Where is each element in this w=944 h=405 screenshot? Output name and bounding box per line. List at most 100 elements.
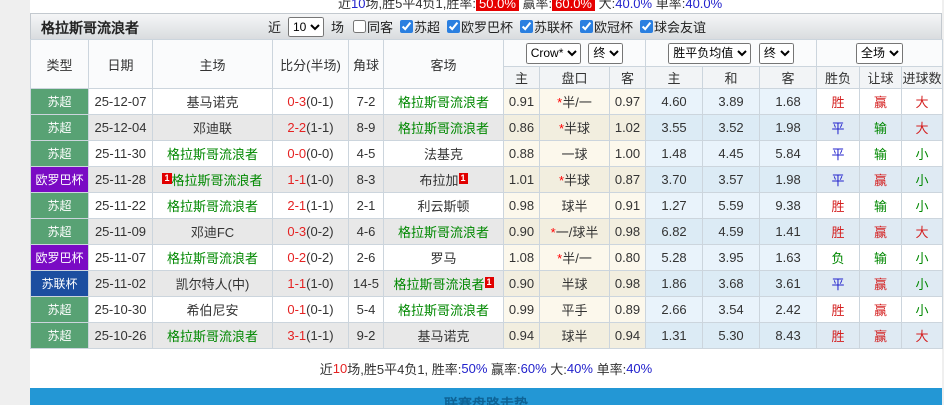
- europe-draw-odds: 4.45: [702, 140, 761, 167]
- europe-away-odds: 8.43: [759, 322, 818, 349]
- result-goals-overunder: 大: [901, 218, 944, 245]
- home-team-name: 邓迪FC: [190, 225, 235, 240]
- result-win-draw-loss: 胜: [816, 296, 861, 323]
- result-goals-overunder: 小: [901, 244, 944, 271]
- handicap-away-odds: 0.87: [608, 166, 647, 193]
- handicap-home-odds: 0.90: [503, 270, 540, 297]
- result-win-draw-loss: 平: [816, 166, 861, 193]
- europe-home-odds: 1.27: [645, 192, 704, 219]
- home-team-name: 格拉斯哥流浪者: [171, 173, 263, 188]
- away-team-name: 法基克: [423, 147, 463, 162]
- home-team-cell: 希伯尼安: [152, 296, 273, 323]
- away-team-cell: 格拉斯哥流浪者 1: [383, 270, 504, 297]
- red-card-badge: 1: [162, 173, 172, 184]
- home-team-name: 格拉斯哥流浪者: [166, 251, 258, 266]
- subheader-ah-line: 盘口: [539, 66, 610, 89]
- league-checkbox-europa[interactable]: [447, 20, 460, 33]
- match-date: 25-10-26: [88, 322, 153, 349]
- europe-draw-odds: 3.52: [702, 114, 761, 141]
- odds-source-select[interactable]: Crow*: [525, 42, 581, 64]
- away-team-cell: 格拉斯哥流浪者: [383, 114, 504, 141]
- handicap-away-odds: 1.02: [608, 114, 647, 141]
- result-win-draw-loss: 平: [816, 270, 861, 297]
- league-type-badge: 欧罗巴杯: [30, 244, 89, 271]
- result-handicap: 赢: [859, 218, 903, 245]
- fulltime-score: 0-3: [287, 94, 307, 109]
- corner-cell: 2-6: [348, 244, 384, 271]
- matches-table: 类型 日期 主场 比分(半场) 角球 客场 Crow* 终 胜平负均值 终 全场: [30, 39, 944, 349]
- league-label-ucl: 欧冠杯: [594, 20, 634, 35]
- top-prefix: 近: [338, 0, 352, 11]
- result-handicap: 输: [859, 244, 903, 271]
- subheader-ah-home: 主: [503, 66, 540, 89]
- average-select[interactable]: 胜平负均值: [668, 42, 752, 64]
- away-team-name: 利云斯顿: [417, 199, 470, 214]
- away-team-name: 格拉斯哥流浪者: [397, 303, 489, 318]
- fulltime-score: 1-1: [287, 172, 307, 187]
- away-team-cell: 利云斯顿: [383, 192, 504, 219]
- europe-away-odds: 5.84: [759, 140, 818, 167]
- league-label-suchao: 苏超: [413, 20, 440, 35]
- league-checkbox-ucl[interactable]: [580, 20, 594, 33]
- home-team-name: 凯尔特人(中): [175, 277, 250, 292]
- handicap-line: *半/一: [539, 88, 610, 115]
- handicap-line: *半/一: [539, 244, 610, 271]
- subheader-eu-draw: 和: [702, 66, 761, 89]
- away-team-cell: 罗马: [383, 244, 504, 271]
- result-handicap: 输: [859, 140, 903, 167]
- top-big-label: 大:: [595, 0, 616, 11]
- clipped-top-summary: 近10场,胜5平4负1,胜率: 50.0% 赢率: 60.0% 大:40.0% 单率…: [30, 0, 942, 13]
- europe-away-odds: 1.98: [759, 166, 818, 193]
- summary-win-rate: 50%: [461, 361, 488, 376]
- handicap-away-odds: 0.98: [608, 270, 647, 297]
- league-checkbox-leaguecup[interactable]: [520, 20, 534, 33]
- result-goals-overunder: 大: [901, 114, 944, 141]
- match-date: 25-12-07: [88, 88, 153, 115]
- top-odds-label: 赢率:: [518, 0, 553, 11]
- result-goals-overunder: 小: [901, 296, 944, 323]
- result-goals-overunder: 大: [901, 88, 944, 115]
- match-date: 25-10-30: [88, 296, 153, 323]
- score-cell: 0-2(0-2): [272, 244, 349, 271]
- league-trend-section-bar[interactable]: 联赛盘路走势: [30, 388, 942, 405]
- odds-time-select[interactable]: 终: [588, 42, 624, 64]
- fulltime-score: 2-2: [287, 120, 307, 135]
- away-team-cell: 格拉斯哥流浪者: [383, 88, 504, 115]
- home-team-name: 格拉斯哥流浪者: [166, 199, 258, 214]
- league-label-leaguecup: 苏联杯: [534, 20, 574, 35]
- live-odds-star: *: [557, 95, 563, 110]
- fulltime-score: 0-3: [287, 224, 307, 239]
- league-type-badge: 苏超: [30, 192, 89, 219]
- live-odds-star: *: [558, 173, 565, 188]
- europe-away-odds: 3.61: [759, 270, 818, 297]
- away-team-name: 布拉加: [419, 173, 459, 188]
- summary-big-label: 大:: [546, 362, 567, 377]
- league-checkbox-suchao[interactable]: [399, 20, 413, 33]
- panel-title-bar: 格拉斯哥流浪者 近 10 场 同客 苏超 欧罗巴杯 苏联杯 欧冠杯 球会友谊: [30, 13, 942, 39]
- handicap-away-odds: 0.98: [608, 218, 647, 245]
- result-goals-overunder: 小: [901, 166, 944, 193]
- europe-home-odds: 1.86: [645, 270, 704, 297]
- handicap-select-group: Crow* 终: [502, 39, 647, 67]
- red-card-badge: 1: [484, 277, 494, 288]
- result-win-draw-loss: 胜: [816, 322, 861, 349]
- summary-line: 近 10 场,胜5平4负1, 胜率: 50% 赢率: 60% 大: 40% 单率: 40%: [30, 349, 942, 388]
- near-count-select[interactable]: 10: [287, 16, 324, 37]
- league-checkbox-friendly[interactable]: [640, 20, 654, 33]
- corner-cell: 5-4: [348, 296, 384, 323]
- scope-select[interactable]: 全场: [856, 42, 904, 64]
- table-row: 苏超 25-11-30 格拉斯哥流浪者 0-0(0-0) 4-5 法基克 0.88 一球 1.0…: [30, 140, 944, 167]
- same-venue-checkbox[interactable]: [352, 20, 366, 33]
- table-row: 苏超 25-10-30 希伯尼安 0-1(0-1) 5-4 格拉斯哥流浪者 0.99 平手 0.…: [30, 296, 944, 323]
- table-row: 苏超 25-12-04 邓迪联 2-2(1-1) 8-9 格拉斯哥流浪者 0.86 *半球 1.…: [30, 114, 944, 141]
- home-team-name: 格拉斯哥流浪者: [166, 147, 258, 162]
- result-handicap: 赢: [859, 296, 903, 323]
- top-big-rate: 40.0%: [615, 0, 653, 11]
- score-cell: 2-1(1-1): [272, 192, 349, 219]
- home-team-name: 格拉斯哥流浪者: [166, 329, 258, 344]
- europe-home-odds: 1.48: [645, 140, 704, 167]
- average-time-select[interactable]: 终: [758, 42, 794, 64]
- subheader-eu-away: 客: [759, 66, 818, 89]
- handicap-line: 半球: [539, 270, 610, 297]
- home-team-cell: 格拉斯哥流浪者: [152, 322, 273, 349]
